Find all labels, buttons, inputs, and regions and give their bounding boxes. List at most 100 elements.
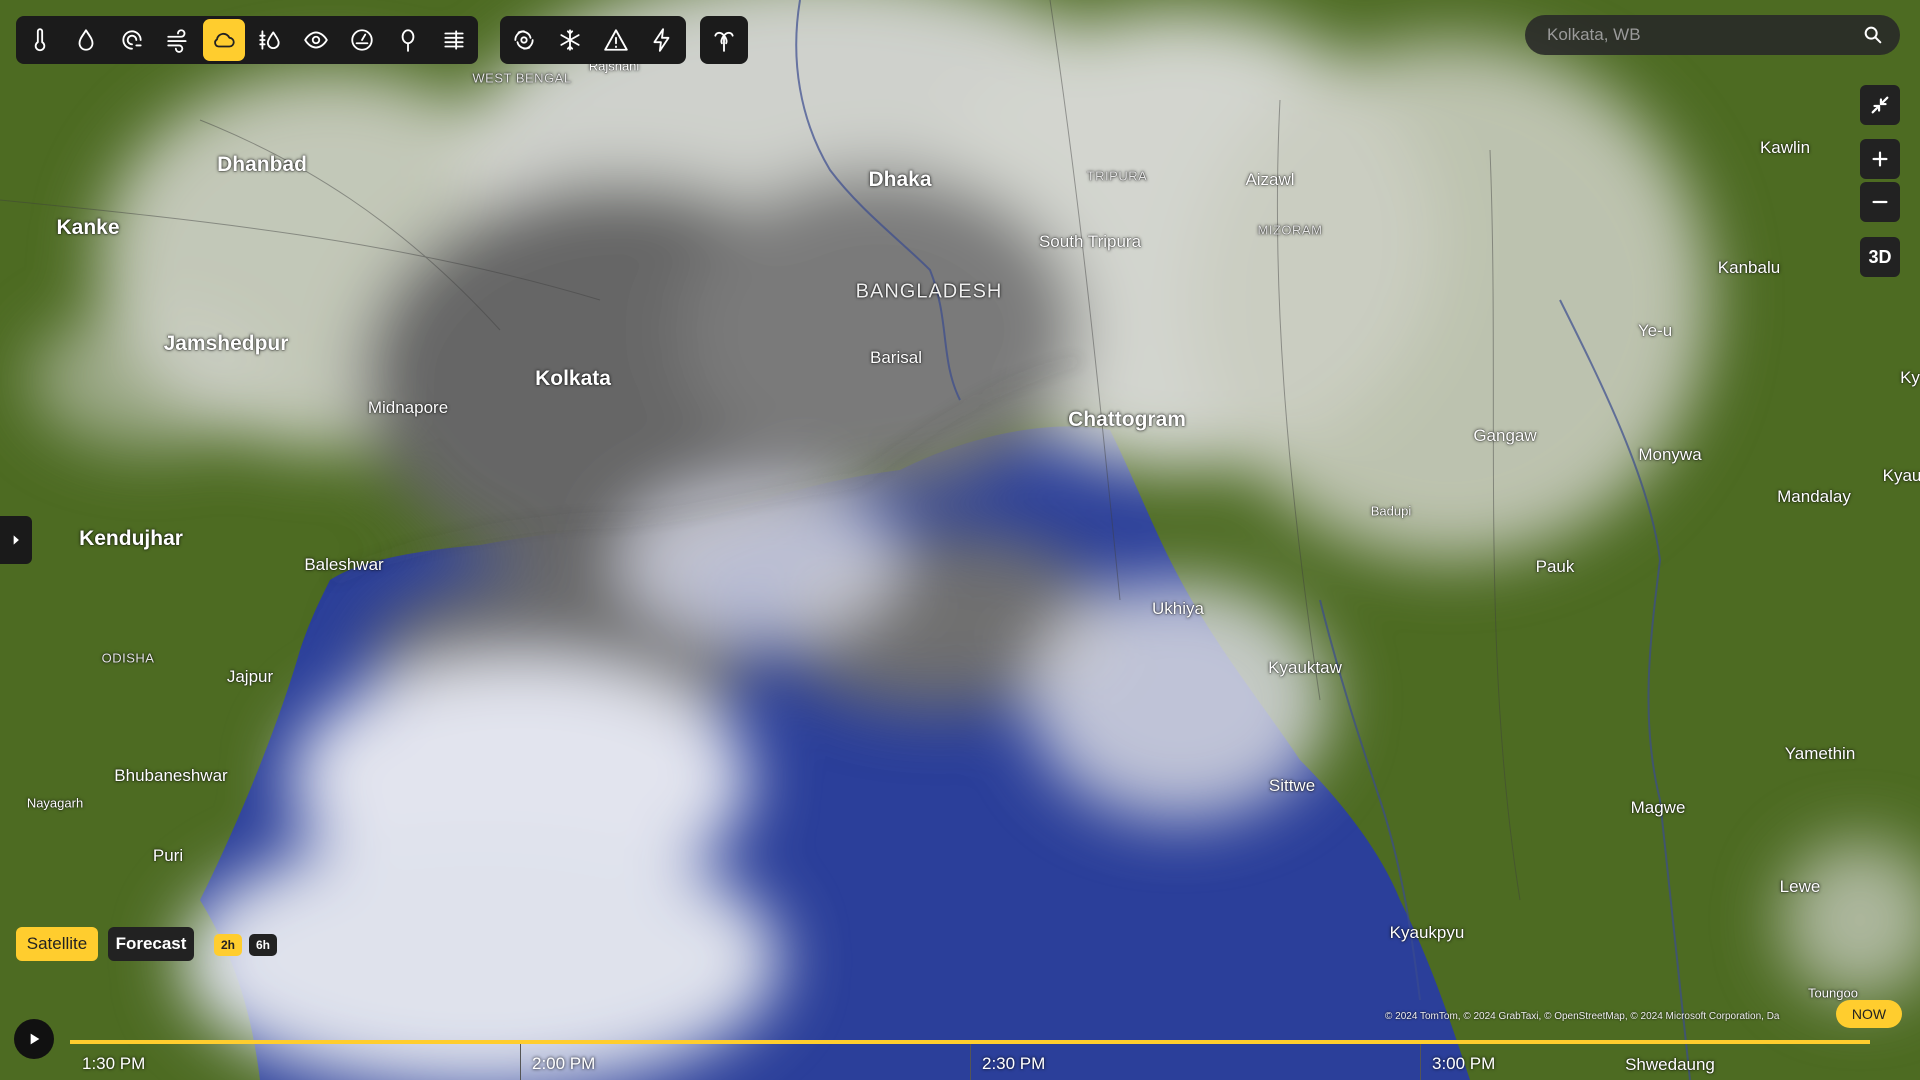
layer-toolbar (16, 16, 478, 64)
map-label-sittwe: Sittwe (1268, 776, 1316, 795)
pollen-icon (401, 29, 415, 52)
precipitation-layer-button[interactable] (65, 19, 107, 61)
map-label-dhanbad: Dhanbad (217, 153, 307, 176)
map-label-dhaka: Dhaka (868, 168, 932, 191)
tropical-layer-button[interactable] (703, 19, 745, 61)
plus-icon (1872, 151, 1888, 167)
map-label-ye-u: Ye-u (1637, 321, 1673, 340)
map-label-bangladesh: BANGLADESH (855, 280, 1003, 303)
3d-toggle-button[interactable]: 3D (1860, 237, 1900, 277)
map-label-odisha: ODISHA (101, 650, 155, 666)
now-label: NOW (1851, 1006, 1887, 1022)
forecast-mode-button[interactable]: Forecast (108, 927, 194, 961)
visibility-icon (304, 31, 328, 49)
map-label-kyau: Kyau (1882, 466, 1920, 485)
now-marker[interactable]: NOW (1836, 1000, 1902, 1028)
map-label-jamshedpur: Jamshedpur (163, 332, 289, 355)
timeline-label: 2:30 PM (982, 1054, 1046, 1073)
zoom-in-button[interactable] (1860, 139, 1900, 179)
air-quality-icon (444, 30, 464, 50)
timeline-label: 2:00 PM (532, 1054, 596, 1073)
map-label-tripura: TRIPURA (1086, 168, 1148, 184)
hurricane-layer-button[interactable] (503, 19, 545, 61)
chevron-right-icon (13, 535, 19, 545)
map-label-jajpur: Jajpur (226, 667, 274, 686)
map-label-pauk: Pauk (1535, 557, 1575, 576)
satellite-label: Satellite (26, 934, 88, 953)
map-label-south-tripura: South Tripura (1038, 232, 1142, 251)
search-input[interactable] (1545, 24, 1849, 46)
map-label-aizawl: Aizawl (1245, 170, 1295, 189)
map-label-magwe: Magwe (1630, 798, 1686, 817)
zoom-out-button[interactable] (1860, 182, 1900, 222)
map-label-bhubaneshwar: Bhubaneshwar (114, 766, 228, 785)
map-label-lewe: Lewe (1779, 877, 1821, 896)
collapse-button[interactable] (1860, 85, 1900, 125)
map-label-baleshwar: Baleshwar (304, 555, 384, 574)
map-label-monywa: Monywa (1638, 445, 1702, 464)
cloud-layer-button[interactable] (203, 19, 245, 61)
3d-label: 3D (1868, 246, 1892, 267)
visibility-layer-button[interactable] (295, 19, 337, 61)
temperature-layer-button[interactable] (19, 19, 61, 61)
location-search (1525, 15, 1900, 55)
map-attribution: © 2024 TomTom, © 2024 GrabTaxi, © OpenSt… (1385, 1011, 1780, 1022)
map-label-kyauktaw: Kyauktaw (1268, 658, 1342, 677)
map-label-ky: Ky (1900, 368, 1920, 387)
extra-toolbar (700, 16, 748, 64)
map-label-kawlin: Kawlin (1759, 138, 1811, 157)
map-label-kyaukpyu: Kyaukpyu (1389, 923, 1465, 942)
map-label-kanke: Kanke (56, 216, 120, 239)
wind-gust-layer-button[interactable] (111, 19, 153, 61)
map-label-mandalay: Mandalay (1777, 487, 1851, 506)
lightning-layer-button[interactable] (641, 19, 683, 61)
chip-6h-label: 6h (255, 938, 270, 952)
hurricane-icon (514, 30, 534, 50)
collapse-icon (1871, 96, 1889, 114)
temperature-icon (34, 28, 46, 52)
side-panel-toggle[interactable] (0, 516, 32, 564)
map-label-kanbalu: Kanbalu (1717, 258, 1781, 277)
humidity-layer-button[interactable] (249, 19, 291, 61)
map-label-toungoo: Toungoo (1808, 985, 1858, 1001)
tropical-icon (714, 31, 734, 52)
warnings-layer-button[interactable] (595, 19, 637, 61)
timeline[interactable]: 1:30 PM 2:00 PM 2:30 PM 3:00 PM (0, 1022, 1920, 1080)
lightning-icon (653, 28, 670, 52)
map-label-west-bengal: WEST BENGAL (472, 70, 572, 86)
snow-layer-button[interactable] (549, 19, 591, 61)
range-6h-chip[interactable]: 6h (249, 934, 277, 956)
map-label-gangaw: Gangaw (1473, 426, 1537, 445)
timeline-label: 3:00 PM (1432, 1054, 1496, 1073)
timeline-tick (1420, 1044, 1421, 1080)
precipitation-icon (78, 29, 94, 51)
timeline-label: 1:30 PM (82, 1054, 146, 1073)
map-label-kendujhar: Kendujhar (79, 527, 183, 550)
map-label-chattogram: Chattogram (1068, 408, 1186, 431)
air-quality-layer-button[interactable] (433, 19, 475, 61)
map-label-kolkata: Kolkata (535, 367, 611, 390)
search-icon[interactable] (1862, 24, 1884, 46)
map-label-mizoram: MIZORAM (1257, 222, 1323, 238)
timeline-tick (520, 1044, 521, 1080)
map-label-midnapore: Midnapore (367, 398, 449, 417)
map-label-yamethin: Yamethin (1784, 744, 1856, 763)
forecast-label: Forecast (115, 934, 187, 953)
pollen-layer-button[interactable] (387, 19, 429, 61)
timeline-tick (970, 1044, 971, 1080)
map-label-nayagarh: Nayagarh (26, 795, 84, 811)
satellite-mode-button[interactable]: Satellite (16, 927, 98, 961)
wind-icon (167, 29, 187, 53)
map-label-barisal: Barisal (870, 348, 922, 367)
wind-layer-button[interactable] (157, 19, 199, 61)
pressure-layer-button[interactable] (341, 19, 383, 61)
map-label-puri: Puri (152, 846, 184, 865)
chip-2h-label: 2h (220, 938, 235, 952)
event-toolbar (500, 16, 686, 64)
pressure-icon (351, 29, 373, 51)
snowflake-icon (560, 29, 580, 51)
range-2h-chip[interactable]: 2h (214, 934, 242, 956)
warning-icon (604, 29, 628, 51)
humidity-icon (259, 30, 280, 50)
cloud-icon (214, 32, 235, 48)
